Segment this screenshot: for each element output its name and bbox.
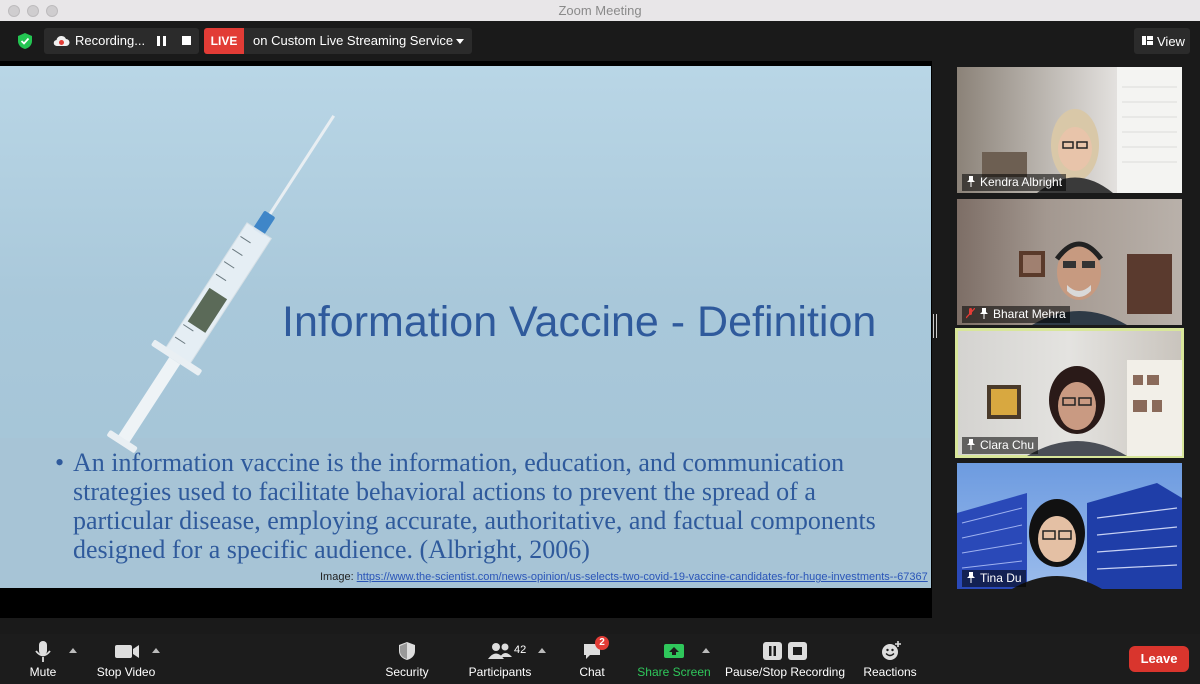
video-camera-icon [115, 645, 139, 658]
live-stream-indicator[interactable]: LIVE on Custom Live Streaming Service [204, 28, 472, 54]
slide-title: Information Vaccine - Definition [282, 298, 877, 346]
chevron-up-icon[interactable] [702, 648, 710, 653]
pause-recording-icon[interactable] [157, 36, 167, 46]
participant-tile[interactable]: Bharat Mehra [957, 199, 1182, 325]
participant-name: Clara Chu [962, 437, 1039, 454]
live-badge: LIVE [204, 28, 244, 54]
panel-resize-handle[interactable] [933, 314, 937, 338]
bullet-point: • [55, 448, 65, 477]
microphone-icon [35, 641, 51, 662]
encryption-shield-icon[interactable] [17, 32, 33, 50]
image-credit-prefix: Image: [320, 571, 357, 583]
participants-count: 42 [514, 644, 527, 656]
live-stream-label: on Custom Live Streaming Service [253, 33, 454, 48]
muted-mic-icon [966, 308, 975, 319]
security-button[interactable]: Security [378, 634, 436, 684]
grid-view-icon [1142, 36, 1153, 45]
chevron-up-icon[interactable] [152, 648, 160, 653]
participants-button[interactable]: 42 Participants [464, 634, 536, 684]
view-button[interactable]: View [1134, 28, 1190, 54]
share-screen-icon [664, 644, 684, 658]
participant-tile[interactable]: Kendra Albright [957, 67, 1182, 193]
participant-name: Tina Du [962, 570, 1026, 587]
pin-icon [980, 308, 988, 319]
mute-button[interactable]: Mute [18, 634, 68, 684]
pin-icon [967, 176, 975, 187]
pin-icon [967, 439, 975, 450]
pause-stop-recording-label: Pause/Stop Recording [724, 665, 846, 679]
view-label: View [1157, 34, 1185, 49]
participant-tile-active-speaker[interactable]: Clara Chu [955, 328, 1184, 458]
chat-unread-badge: 2 [595, 636, 609, 650]
chat-label: Chat [579, 665, 605, 679]
security-label: Security [385, 665, 429, 679]
image-credit: Image: https://www.the-scientist.com/new… [320, 571, 928, 583]
chat-button[interactable]: 2 Chat [572, 634, 612, 684]
share-screen-button[interactable]: Share Screen [636, 634, 712, 684]
slide-body-text: An information vaccine is the informatio… [73, 448, 876, 564]
participant-tile[interactable]: Tina Du [957, 463, 1182, 589]
reactions-icon [882, 641, 901, 660]
participants-icon [488, 643, 512, 659]
pin-icon [967, 572, 975, 583]
pause-stop-recording-icon [763, 642, 807, 660]
meeting-top-bar: Recording... LIVE on Custom Live Streami… [0, 21, 1200, 61]
participants-label: Participants [468, 665, 532, 679]
reactions-label: Reactions [863, 665, 917, 679]
recording-indicator: Recording... [44, 28, 199, 54]
chevron-down-icon[interactable] [456, 39, 464, 44]
recording-label: Recording... [75, 33, 146, 48]
share-screen-label: Share Screen [637, 665, 711, 679]
cloud-recording-icon [53, 35, 70, 47]
pause-stop-recording-button[interactable]: Pause/Stop Recording [724, 634, 846, 684]
chevron-up-icon[interactable] [69, 648, 77, 653]
shared-screen-area: Information Vaccine - Definition • An in… [0, 61, 932, 618]
shield-icon [399, 642, 415, 660]
stop-video-label: Stop Video [96, 665, 156, 679]
meeting-controls-toolbar: Mute Stop Video Security 42 Participants… [0, 634, 1200, 684]
mute-label: Mute [29, 665, 57, 679]
reactions-button[interactable]: Reactions [860, 634, 920, 684]
stop-recording-icon[interactable] [182, 36, 191, 45]
participant-name: Kendra Albright [962, 174, 1067, 191]
syringe-image [107, 114, 336, 453]
participant-name: Bharat Mehra [962, 306, 1070, 323]
chevron-up-icon[interactable] [538, 648, 546, 653]
leave-button[interactable]: Leave [1129, 646, 1189, 672]
stop-video-button[interactable]: Stop Video [92, 634, 160, 684]
window-title-bar: Zoom Meeting [0, 0, 1200, 22]
window-title: Zoom Meeting [558, 3, 642, 18]
image-credit-link[interactable]: https://www.the-scientist.com/news-opini… [357, 571, 928, 583]
presentation-slide: Information Vaccine - Definition • An in… [0, 66, 931, 588]
